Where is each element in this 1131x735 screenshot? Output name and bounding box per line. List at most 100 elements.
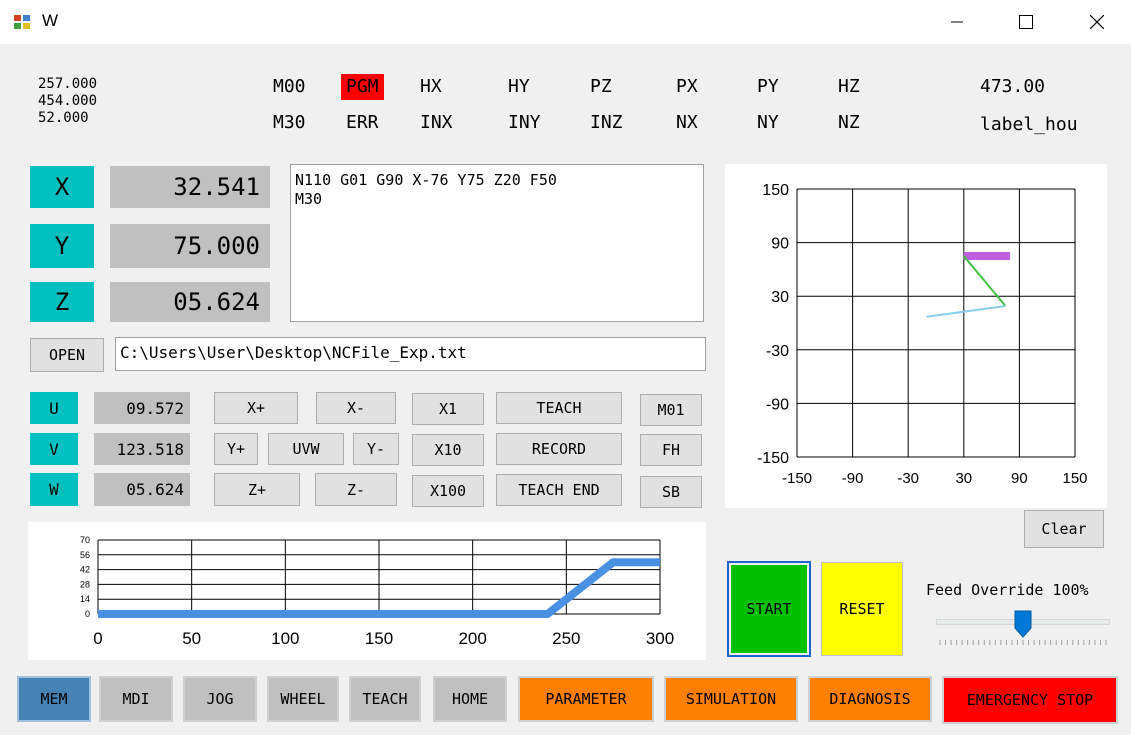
status-inx: INX bbox=[420, 112, 453, 133]
x10-button[interactable]: X10 bbox=[412, 434, 484, 466]
parameter-button[interactable]: PARAMETER bbox=[518, 676, 654, 722]
x-tick-label: 250 bbox=[552, 629, 580, 648]
clear-button[interactable]: Clear bbox=[1024, 510, 1104, 548]
close-button[interactable] bbox=[1074, 0, 1120, 44]
coord-line: 52.000 bbox=[38, 110, 89, 126]
axis-key-x: X bbox=[30, 166, 94, 208]
status-m30: M30 bbox=[273, 112, 306, 133]
emergency-stop-button[interactable]: EMERGENCY STOP bbox=[942, 676, 1118, 724]
xy-chart: -150 -90 -30 30 90 150 150 90 30 -30 -90 -150 bbox=[757, 182, 1088, 487]
status-ny: NY bbox=[757, 112, 779, 133]
y-plus-button[interactable]: Y+ bbox=[214, 433, 258, 465]
start-button[interactable]: START bbox=[731, 565, 807, 653]
axis-key-y: Y bbox=[30, 224, 94, 268]
x-tick-label: -90 bbox=[842, 470, 864, 487]
y-tick-label: 150 bbox=[762, 182, 789, 199]
right-label: label_hou bbox=[980, 114, 1078, 135]
minimize-icon bbox=[951, 21, 963, 23]
mode-home-button[interactable]: HOME bbox=[433, 676, 507, 722]
time-chart-panel: 0 50 100 150 200 250 300 0 14 28 42 56 70 bbox=[28, 522, 706, 660]
axis-value-u: 09.572 bbox=[94, 392, 190, 424]
axis-key-w: W bbox=[30, 473, 78, 506]
diagnosis-button[interactable]: DIAGNOSIS bbox=[808, 676, 932, 722]
path-segment bbox=[963, 255, 1007, 307]
status-m00: M00 bbox=[273, 76, 306, 97]
y-tick-label: 0 bbox=[85, 609, 90, 619]
y-tick-label: -30 bbox=[766, 343, 789, 360]
x-plus-button[interactable]: X+ bbox=[214, 392, 298, 424]
window-title: W bbox=[42, 11, 59, 30]
x-tick-label: 100 bbox=[271, 629, 299, 648]
status-pgm: PGM bbox=[341, 74, 384, 100]
x-minus-button[interactable]: X- bbox=[316, 392, 396, 424]
record-button[interactable]: RECORD bbox=[496, 433, 622, 465]
xy-chart-panel: -150 -90 -30 30 90 150 150 90 30 -30 -90 -150 bbox=[725, 164, 1107, 508]
coord-line: 454.000 bbox=[38, 93, 98, 109]
time-chart: 0 50 100 150 200 250 300 0 14 28 42 56 70 bbox=[80, 535, 674, 648]
mode-teach-button[interactable]: TEACH bbox=[349, 676, 421, 722]
x1-button[interactable]: X1 bbox=[412, 393, 484, 425]
x-tick-label: 200 bbox=[458, 629, 486, 648]
axis-value-y: 75.000 bbox=[110, 224, 270, 268]
title-bar: W bbox=[0, 0, 1131, 44]
y-tick-label: 70 bbox=[80, 535, 90, 545]
y-tick-label: 42 bbox=[80, 565, 90, 575]
teach-end-button[interactable]: TEACH END bbox=[496, 474, 622, 506]
x-tick-label: 0 bbox=[93, 629, 102, 648]
axis-key-z: Z bbox=[30, 282, 94, 322]
x-tick-label: 150 bbox=[365, 629, 393, 648]
mode-wheel-button[interactable]: WHEEL bbox=[267, 676, 339, 722]
sb-button[interactable]: SB bbox=[640, 476, 702, 508]
status-iny: INY bbox=[508, 112, 541, 133]
x100-button[interactable]: X100 bbox=[412, 475, 484, 507]
feed-override-slider[interactable] bbox=[936, 610, 1110, 650]
status-nx: NX bbox=[676, 112, 698, 133]
status-hx: HX bbox=[420, 76, 442, 97]
x-tick-label: 300 bbox=[646, 629, 674, 648]
right-value: 473.00 bbox=[980, 76, 1046, 97]
axis-value-x: 32.541 bbox=[110, 166, 270, 208]
y-tick-label: 56 bbox=[80, 550, 90, 560]
mode-jog-button[interactable]: JOG bbox=[183, 676, 257, 722]
status-py: PY bbox=[757, 76, 779, 97]
open-button[interactable]: OPEN bbox=[30, 338, 104, 372]
y-minus-button[interactable]: Y- bbox=[353, 433, 399, 465]
coords-readout: 257.000 454.000 52.000 bbox=[38, 76, 97, 127]
y-tick-label: 28 bbox=[80, 579, 90, 589]
x-tick-label: 30 bbox=[955, 470, 972, 487]
status-px: PX bbox=[676, 76, 698, 97]
status-err: ERR bbox=[346, 112, 379, 133]
maximize-button[interactable] bbox=[1003, 0, 1049, 44]
axis-value-w: 05.624 bbox=[94, 473, 190, 506]
coord-line: 257.000 bbox=[38, 76, 98, 92]
mode-mdi-button[interactable]: MDI bbox=[99, 676, 173, 722]
axis-value-v: 123.518 bbox=[94, 433, 190, 465]
x-tick-label: -150 bbox=[782, 470, 812, 487]
y-tick-label: -150 bbox=[757, 450, 789, 467]
reset-button[interactable]: RESET bbox=[821, 562, 903, 656]
z-plus-button[interactable]: Z+ bbox=[214, 473, 300, 506]
slider-ticks bbox=[939, 640, 1107, 645]
y-tick-label: 90 bbox=[771, 236, 789, 253]
maximize-icon bbox=[1019, 15, 1033, 29]
program-textarea[interactable]: N110 G01 G90 X-76 Y75 Z20 F50 M30 bbox=[290, 164, 704, 322]
axis-key-u: U bbox=[30, 392, 78, 424]
start-button-frame[interactable]: START bbox=[727, 561, 811, 657]
z-minus-button[interactable]: Z- bbox=[315, 473, 397, 506]
file-path-input[interactable]: C:\Users\User\Desktop\NCFile_Exp.txt bbox=[115, 337, 706, 371]
status-nz: NZ bbox=[838, 112, 860, 133]
x-tick-label: 50 bbox=[182, 629, 201, 648]
mode-mem-button[interactable]: MEM bbox=[17, 676, 91, 722]
slider-thumb[interactable] bbox=[1014, 610, 1032, 638]
simulation-button[interactable]: SIMULATION bbox=[664, 676, 798, 722]
teach-button[interactable]: TEACH bbox=[496, 392, 622, 424]
fh-button[interactable]: FH bbox=[640, 434, 702, 466]
minimize-button[interactable] bbox=[934, 0, 980, 44]
uvw-button[interactable]: UVW bbox=[268, 433, 344, 465]
x-tick-label: 150 bbox=[1062, 470, 1087, 487]
close-icon bbox=[1090, 15, 1104, 29]
status-pz: PZ bbox=[590, 76, 612, 97]
y-tick-label: 14 bbox=[80, 594, 90, 604]
x-tick-label: 90 bbox=[1011, 470, 1028, 487]
m01-button[interactable]: M01 bbox=[640, 394, 702, 426]
